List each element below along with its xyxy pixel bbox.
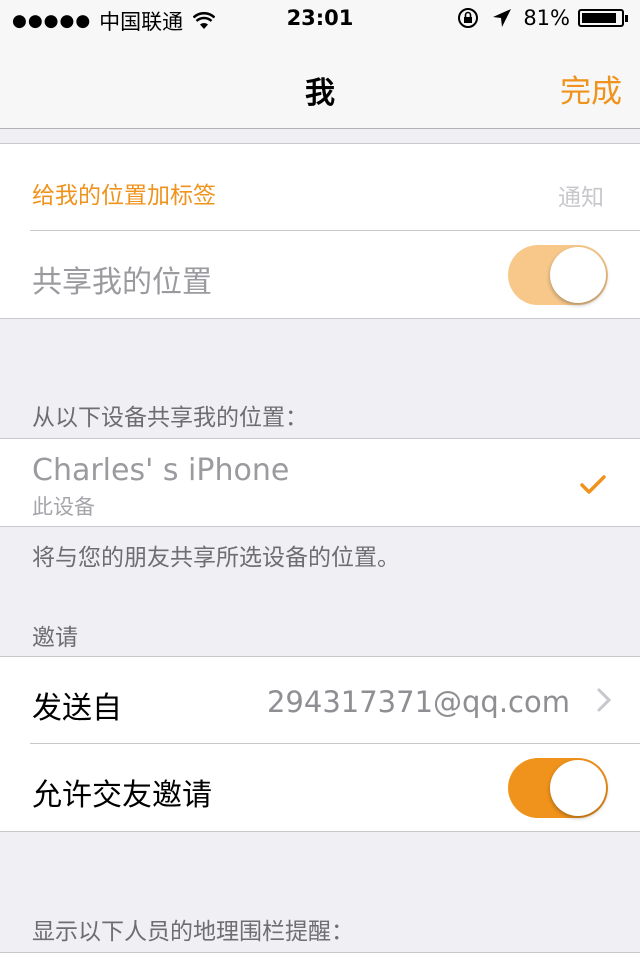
tag-location-label[interactable]: 给我的位置加标签 xyxy=(32,176,216,210)
geofence-section-header: 显示以下人员的地理围栏提醒： xyxy=(32,919,354,945)
checkmark-icon xyxy=(580,475,606,494)
devices-footer-note: 将与您的朋友共享所选设备的位置。 xyxy=(32,545,400,571)
location-settings-group: 给我的位置加标签 通知 共享我的位置 xyxy=(0,143,640,319)
rotation-lock-icon xyxy=(458,8,479,28)
location-arrow-icon xyxy=(493,9,512,27)
chevron-right-icon xyxy=(597,688,612,712)
battery-percent: 81% xyxy=(523,6,570,30)
share-location-row: 共享我的位置 xyxy=(0,231,640,318)
navigation-bar: 我 完成 xyxy=(0,40,640,129)
done-button[interactable]: 完成 xyxy=(560,66,622,111)
status-right: 81% xyxy=(457,6,628,30)
status-bar: ●●●●● 中国联通 23:01 81% xyxy=(0,0,640,40)
device-row[interactable]: Charles' s iPhone 此设备 xyxy=(0,439,640,526)
send-from-value: 294317371@qq.com xyxy=(266,685,570,719)
allow-invites-toggle[interactable] xyxy=(508,758,608,818)
tag-location-row[interactable]: 给我的位置加标签 通知 xyxy=(0,144,640,231)
invite-group: 发送自 294317371@qq.com 允许交友邀请 xyxy=(0,656,640,832)
share-location-label: 共享我的位置 xyxy=(32,265,212,300)
notify-label: 通知 xyxy=(558,185,604,211)
allow-invites-row: 允许交友邀请 xyxy=(0,744,640,831)
devices-group: Charles' s iPhone 此设备 xyxy=(0,438,640,527)
allow-invites-label: 允许交友邀请 xyxy=(32,778,212,813)
share-location-toggle[interactable] xyxy=(508,245,608,305)
toggle-knob xyxy=(550,247,606,303)
device-name: Charles' s iPhone xyxy=(32,453,290,488)
toggle-knob xyxy=(550,760,606,816)
device-subtitle: 此设备 xyxy=(32,495,95,519)
battery-icon xyxy=(578,9,628,27)
devices-section-header: 从以下设备共享我的位置： xyxy=(32,405,308,431)
invite-section-header: 邀请 xyxy=(32,625,78,651)
send-from-row[interactable]: 发送自 294317371@qq.com xyxy=(0,657,640,744)
page-title: 我 xyxy=(305,76,335,111)
send-from-label: 发送自 xyxy=(32,691,122,726)
